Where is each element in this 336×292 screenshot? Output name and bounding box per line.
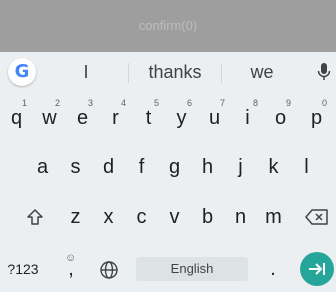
key-l[interactable]: l (290, 144, 323, 190)
key-y[interactable]: 6 y (165, 95, 198, 141)
key-label: o (274, 107, 287, 129)
symbols-key[interactable]: ?123 (6, 246, 40, 292)
enter-key[interactable] (300, 252, 334, 286)
shift-icon (27, 209, 43, 225)
backspace-key[interactable] (300, 194, 334, 240)
key-label: r (112, 107, 119, 129)
key-label: t (145, 107, 152, 129)
key-hint: 7 (220, 98, 226, 108)
confirm-button[interactable]: confirm(0) (0, 0, 336, 52)
key-g[interactable]: g (158, 144, 191, 190)
confirm-bar: confirm(0) (0, 0, 336, 52)
key-t[interactable]: 5 t (132, 95, 165, 141)
mic-icon[interactable] (316, 62, 332, 82)
enter-icon (309, 263, 325, 275)
google-logo-icon[interactable]: G (8, 58, 36, 86)
key-hint: 4 (121, 98, 127, 108)
key-u[interactable]: 7 u (198, 95, 231, 141)
key-r[interactable]: 4 r (99, 95, 132, 141)
key-hint: 6 (187, 98, 193, 108)
key-label: e (76, 107, 89, 129)
key-hint: 9 (286, 98, 292, 108)
key-e[interactable]: 3 e (66, 95, 99, 141)
period-key[interactable]: . (258, 246, 288, 292)
backspace-icon (305, 209, 328, 225)
key-z[interactable]: z (59, 194, 92, 240)
key-j[interactable]: j (224, 144, 257, 190)
key-label: q (10, 107, 23, 129)
suggestion-item[interactable]: we (222, 52, 302, 92)
key-hint: 3 (88, 98, 94, 108)
key-n[interactable]: n (224, 194, 257, 240)
key-i[interactable]: 8 i (231, 95, 264, 141)
key-w[interactable]: 2 w (33, 95, 66, 141)
key-hint: 2 (55, 98, 61, 108)
key-c[interactable]: c (125, 194, 158, 240)
suggestion-strip: G I thanks we (0, 52, 336, 92)
key-hint: 0 (322, 98, 328, 108)
key-p[interactable]: 0 p (297, 95, 336, 141)
suggestion-item[interactable]: thanks (129, 52, 221, 92)
key-m[interactable]: m (257, 194, 290, 240)
key-label: p (310, 107, 323, 129)
emoji-hint-icon: ☺ (65, 252, 77, 264)
key-x[interactable]: x (92, 194, 125, 240)
space-key[interactable]: English (136, 257, 248, 281)
key-f[interactable]: f (125, 144, 158, 190)
key-hint: 8 (253, 98, 259, 108)
key-hint: 5 (154, 98, 160, 108)
key-o[interactable]: 9 o (264, 95, 297, 141)
key-d[interactable]: d (92, 144, 125, 190)
comma-key[interactable]: ☺ , (56, 246, 86, 292)
shift-key[interactable] (20, 194, 50, 240)
key-label: y (176, 107, 187, 129)
key-hint: 1 (22, 98, 28, 108)
globe-icon (100, 261, 118, 279)
key-a[interactable]: a (26, 144, 59, 190)
key-label: i (245, 107, 250, 129)
key-h[interactable]: h (191, 144, 224, 190)
language-key[interactable] (92, 246, 126, 292)
suggestion-item[interactable]: I (44, 52, 128, 92)
key-q[interactable]: 1 q (0, 95, 33, 141)
key-b[interactable]: b (191, 194, 224, 240)
key-v[interactable]: v (158, 194, 191, 240)
key-label: u (208, 107, 221, 129)
key-k[interactable]: k (257, 144, 290, 190)
key-s[interactable]: s (59, 144, 92, 190)
